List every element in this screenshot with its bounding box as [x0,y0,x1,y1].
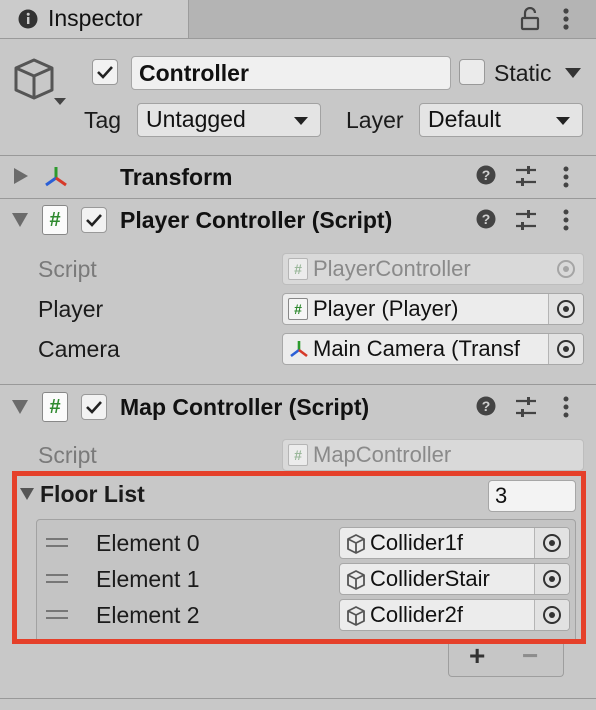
target-icon [557,300,575,318]
gameobject-cube-icon[interactable] [12,56,68,108]
lock-icon[interactable] [520,7,540,31]
transform-icon [288,339,310,359]
layer-dropdown[interactable]: Default [419,103,583,137]
target-icon [557,340,575,358]
foldout-collapsed-icon[interactable] [14,168,28,184]
script-icon: # [42,392,68,422]
map-script-field-value: MapController [313,442,452,467]
layer-label: Layer [346,107,404,133]
svg-text:?: ? [482,211,491,227]
tag-dropdown[interactable]: Untagged [137,103,321,137]
script-field: # PlayerController [282,253,584,285]
static-label: Static [494,60,552,86]
add-element-button[interactable]: + [469,640,485,672]
transform-icon [42,164,70,190]
divider [0,698,596,699]
object-name-value: Controller [139,60,249,86]
presets-icon[interactable] [514,209,538,231]
info-icon [18,9,38,29]
divider [0,38,596,39]
foldout-expanded-icon[interactable] [12,213,28,227]
camera-field-value: Main Camera (Transf [313,336,521,361]
object-picker-button[interactable] [548,294,583,324]
help-icon[interactable]: ? [476,209,496,229]
kebab-menu-icon[interactable] [562,7,570,31]
checkmark-icon [86,214,102,227]
map-controller-title: Map Controller (Script) [120,394,370,420]
help-icon[interactable]: ? [476,396,496,416]
map-script-field: # MapController [282,439,584,471]
script-icon: # [288,298,308,320]
chevron-down-icon [294,117,308,125]
foldout-expanded-icon[interactable] [12,400,28,414]
svg-text:?: ? [482,167,491,183]
component-enabled-checkbox[interactable] [81,207,107,233]
static-checkbox[interactable] [459,59,485,85]
tab-inspector[interactable]: Inspector [0,0,189,38]
player-controller-title: Player Controller (Script) [120,207,393,233]
svg-text:?: ? [482,398,491,414]
tab-title: Inspector [48,5,143,31]
script-field-value: PlayerController [313,256,471,281]
script-icon: # [288,444,308,466]
chevron-down-icon [556,117,570,125]
presets-icon[interactable] [514,396,538,418]
object-name-field[interactable]: Controller [131,56,451,90]
script-icon: # [288,258,308,280]
list-footer: + − [448,640,564,677]
player-field-value: Player (Player) [313,296,459,321]
object-picker-button[interactable] [548,334,583,364]
checkmark-icon [97,66,113,79]
player-field-label: Player [38,296,104,322]
help-icon[interactable]: ? [476,165,496,185]
tag-label: Tag [84,107,122,133]
transform-title: Transform [120,164,233,190]
component-enabled-checkbox[interactable] [81,394,107,420]
layer-value: Default [428,106,501,132]
camera-field-label: Camera [38,336,120,362]
checkmark-icon [86,401,102,414]
static-dropdown-caret-icon[interactable] [565,68,581,78]
script-icon: # [42,205,68,235]
target-icon [557,260,575,278]
tag-value: Untagged [146,106,246,132]
transform-header[interactable]: Transform ? [0,156,596,198]
script-field-label: Script [38,256,97,282]
active-checkbox[interactable] [92,59,118,85]
kebab-menu-icon[interactable] [562,165,570,189]
player-field[interactable]: # Player (Player) [282,293,584,325]
kebab-menu-icon[interactable] [562,395,570,419]
presets-icon[interactable] [514,165,538,187]
remove-element-button[interactable]: − [522,640,538,672]
map-controller-header[interactable]: # Map Controller (Script) ? [0,385,596,427]
player-controller-header[interactable]: # Player Controller (Script) ? [0,199,596,241]
object-picker-button [549,254,583,284]
camera-field[interactable]: Main Camera (Transf [282,333,584,365]
kebab-menu-icon[interactable] [562,208,570,232]
highlight-box [12,471,586,644]
map-script-field-label: Script [38,442,97,468]
